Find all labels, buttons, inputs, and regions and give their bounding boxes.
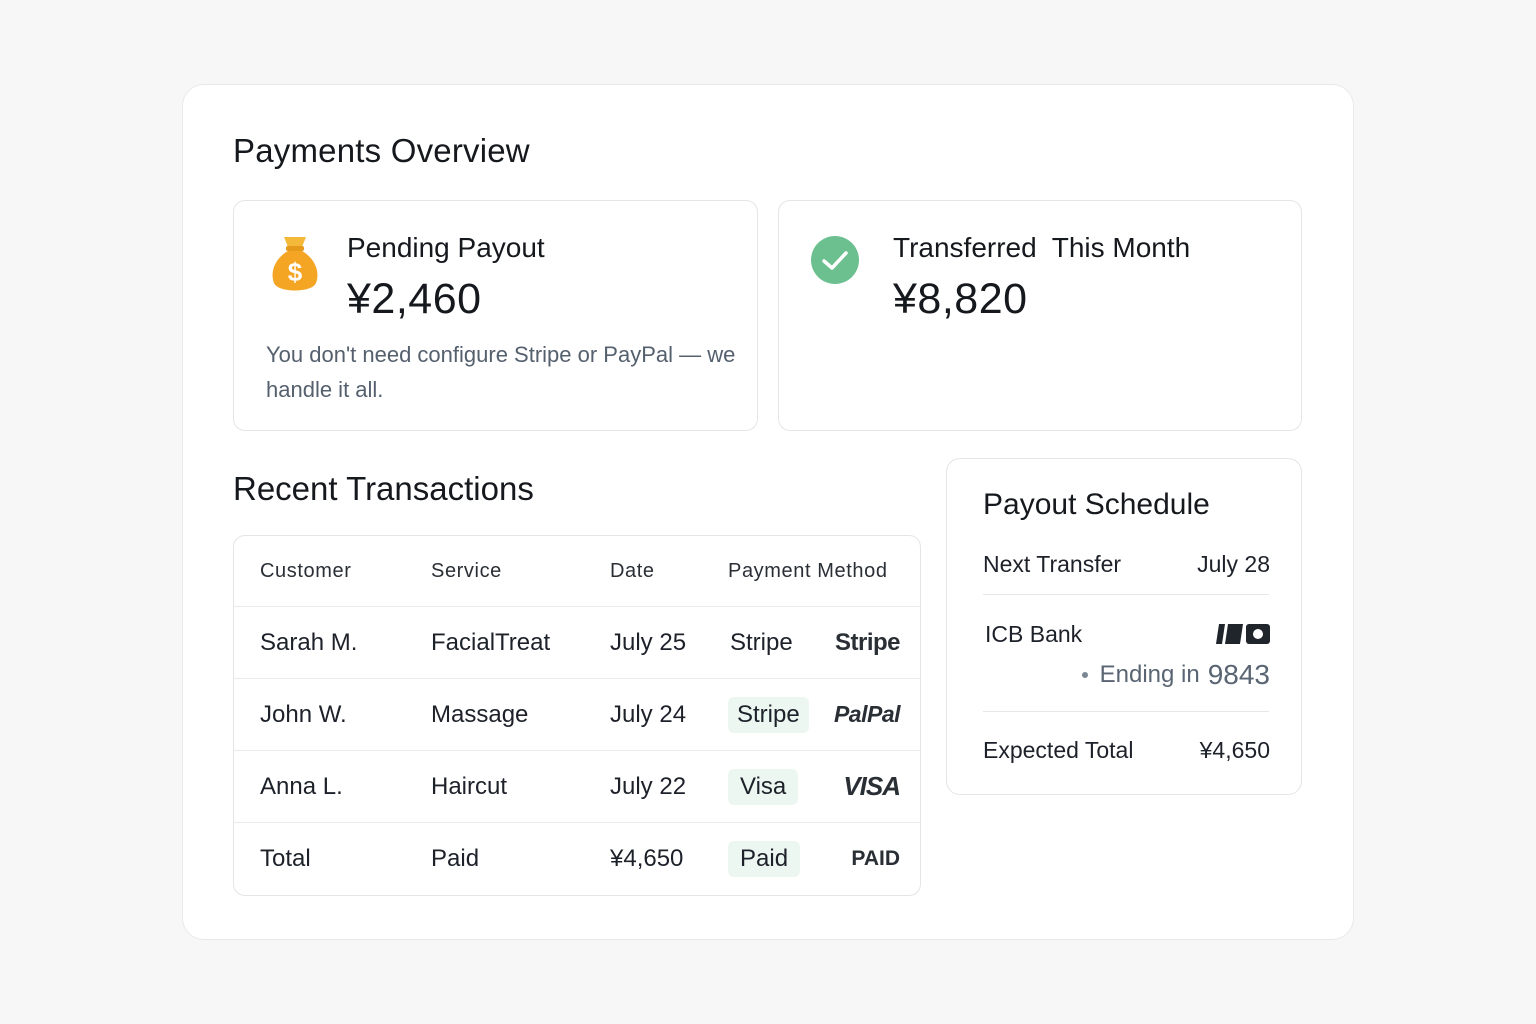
customer-cell: John W.: [260, 700, 347, 728]
service-cell: Massage: [431, 700, 529, 728]
transferred-amount: ¥8,820: [893, 275, 1028, 323]
pending-payout-amount: ¥2,460: [347, 275, 482, 323]
table-row[interactable]: Anna L. Haircut July 22 Visa VISA: [234, 750, 920, 822]
ending-number: 9843: [1207, 659, 1270, 690]
divider: [983, 711, 1269, 712]
paid-stamp: PAID: [851, 846, 900, 870]
table-row-total[interactable]: Total Paid ¥4,650 Paid PAID: [234, 822, 920, 894]
next-transfer-date: July 28: [1197, 551, 1270, 577]
recent-transactions-title: Recent Transactions: [233, 470, 534, 507]
pending-payout-note: You don't need configure Stripe or PayPa…: [266, 342, 736, 402]
transactions-table: Customer Service Date Payment Method Sar…: [233, 535, 921, 896]
payment-method-badge: Stripe: [728, 696, 809, 733]
money-bag-icon: $: [272, 237, 318, 291]
table-row[interactable]: John W. Massage July 24 Stripe PalPal: [234, 678, 920, 750]
visa-logo-icon: VISA: [843, 771, 901, 801]
date-cell: July 25: [610, 628, 687, 656]
bullet-dot: [1081, 672, 1088, 678]
column-header-payment-method[interactable]: Payment Method: [728, 536, 888, 606]
payment-method-badge: Visa: [728, 768, 799, 805]
table-row[interactable]: Sarah M. FacialTreat July 25 Stripe Stri…: [234, 606, 920, 678]
check-circle-icon: [811, 236, 859, 284]
column-header-service[interactable]: Service: [431, 536, 502, 606]
page-title: Payments Overview: [233, 132, 530, 169]
paid-badge: Paid: [728, 840, 801, 877]
customer-cell: Sarah M.: [260, 628, 358, 656]
customer-cell: Anna L.: [260, 772, 343, 800]
status-cell: Paid: [431, 844, 480, 872]
bank-name: ICB Bank: [985, 621, 1083, 647]
column-header-customer[interactable]: Customer: [260, 536, 352, 606]
expected-total-label: Expected Total: [983, 737, 1134, 763]
service-cell: FacialTreat: [431, 628, 551, 656]
ending-label: Ending in: [1099, 661, 1200, 688]
payout-schedule-title: Payout Schedule: [983, 488, 1210, 521]
transferred-card: Transferred This Month ¥8,820: [778, 200, 1302, 431]
bank-card-icon: [1216, 624, 1270, 644]
payout-schedule-card: Payout Schedule Next Transfer July 28 IC…: [946, 458, 1302, 795]
column-header-date[interactable]: Date: [610, 536, 655, 606]
svg-text:$: $: [288, 257, 303, 287]
account-ending: Ending in 9843: [1081, 659, 1270, 691]
payment-method-badge: Stripe: [730, 628, 793, 656]
date-cell: July 24: [610, 700, 687, 728]
divider: [983, 594, 1269, 595]
paypal-logo-icon: PalPal: [833, 701, 901, 727]
pending-payout-card: $ Pending Payout ¥2,460 You don't need c…: [233, 200, 758, 431]
next-transfer-label: Next Transfer: [983, 551, 1122, 577]
pending-payout-title: Pending Payout: [347, 232, 545, 263]
total-amount-cell: ¥4,650: [610, 844, 684, 872]
table-header: Customer Service Date Payment Method: [234, 536, 920, 606]
total-label-cell: Total: [260, 844, 311, 872]
expected-total-value: ¥4,650: [1199, 737, 1270, 763]
date-cell: July 22: [610, 772, 687, 800]
transferred-title: Transferred This Month: [893, 232, 1191, 263]
stripe-logo-icon: Stripe: [834, 628, 901, 656]
service-cell: Haircut: [431, 772, 508, 800]
